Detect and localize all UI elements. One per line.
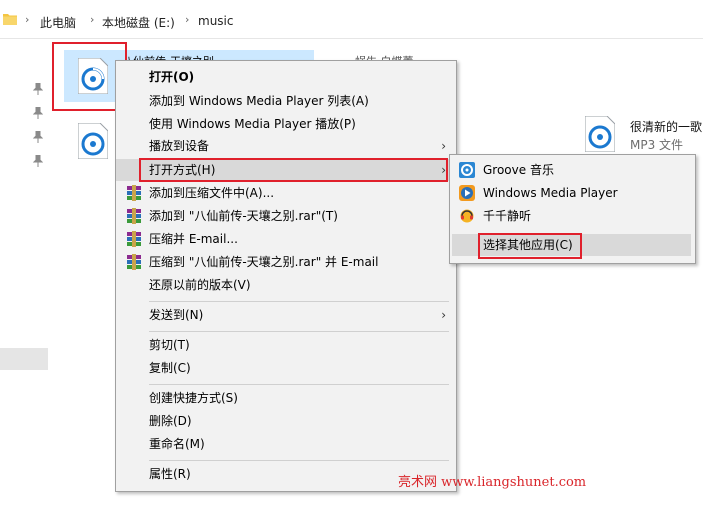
- menu-item-send-to[interactable]: 发送到(N) ›: [116, 304, 456, 326]
- menu-item-delete[interactable]: 删除(D): [116, 410, 456, 432]
- pin-icon: [33, 107, 43, 119]
- breadcrumb-this-pc[interactable]: 此电脑: [40, 14, 76, 31]
- winrar-icon: [127, 185, 141, 201]
- pin-icon: [33, 83, 43, 95]
- navigation-pane[interactable]: [0, 39, 48, 509]
- menu-separator: [149, 331, 449, 332]
- menu-item-add-to-wmp-list[interactable]: 添加到 Windows Media Player 列表(A): [116, 90, 456, 112]
- menu-item-add-to-rar[interactable]: 添加到 "八仙前传-天壤之别.rar"(T): [116, 205, 456, 227]
- menu-separator: [149, 384, 449, 385]
- submenu-item-wmp[interactable]: Windows Media Player: [450, 182, 695, 204]
- address-bar[interactable]: › 此电脑 › 本地磁盘 (E:) › music: [0, 0, 703, 39]
- ttplayer-icon: [460, 209, 474, 223]
- winrar-icon: [127, 254, 141, 270]
- chevron-right-icon: ›: [441, 139, 446, 153]
- submenu-item-ttplayer[interactable]: 千千静听: [450, 205, 695, 227]
- menu-item-cast-to-device[interactable]: 播放到设备 ›: [116, 135, 456, 157]
- pin-icon: [33, 155, 43, 167]
- mp3-file-name[interactable]: 很清新的一歌: [630, 118, 702, 135]
- breadcrumb-chevron-icon: ›: [185, 13, 190, 26]
- menu-item-add-to-archive[interactable]: 添加到压缩文件中(A)...: [116, 182, 456, 204]
- music-file-icon[interactable]: [585, 116, 615, 152]
- winrar-icon: [127, 231, 141, 247]
- chevron-right-icon: ›: [441, 308, 446, 322]
- submenu-item-groove[interactable]: Groove 音乐: [450, 159, 695, 181]
- breadcrumb-chevron-icon: ›: [25, 13, 30, 26]
- context-menu[interactable]: 打开(O) 添加到 Windows Media Player 列表(A) 使用 …: [115, 60, 457, 492]
- groove-music-icon: [459, 162, 475, 178]
- menu-item-open[interactable]: 打开(O): [116, 66, 456, 88]
- menu-item-cut[interactable]: 剪切(T): [116, 334, 456, 356]
- menu-item-compress-rar-email[interactable]: 压缩到 "八仙前传-天壤之别.rar" 并 E-mail: [116, 251, 456, 273]
- nav-selected-item[interactable]: [0, 348, 48, 370]
- menu-item-rename[interactable]: 重命名(M): [116, 433, 456, 455]
- menu-item-play-with-wmp[interactable]: 使用 Windows Media Player 播放(P): [116, 113, 456, 135]
- mp3-file-type: MP3 文件: [630, 138, 684, 152]
- menu-item-restore-versions[interactable]: 还原以前的版本(V): [116, 274, 456, 296]
- pin-icon: [33, 131, 43, 143]
- highlight-box-open-with: [139, 158, 448, 182]
- winrar-icon: [127, 208, 141, 224]
- breadcrumb-chevron-icon: ›: [90, 13, 95, 26]
- highlight-box-choose-other: [478, 233, 582, 259]
- folder-icon: [3, 14, 17, 25]
- menu-item-compress-email[interactable]: 压缩并 E-mail...: [116, 228, 456, 250]
- menu-item-create-shortcut[interactable]: 创建快捷方式(S): [116, 387, 456, 409]
- menu-separator: [149, 460, 449, 461]
- breadcrumb-music[interactable]: music: [198, 14, 233, 28]
- windows-media-player-icon: [459, 185, 475, 201]
- watermark-text: 亮术网 www.liangshunet.com: [398, 475, 587, 490]
- menu-item-copy[interactable]: 复制(C): [116, 357, 456, 379]
- music-file-icon[interactable]: [78, 123, 108, 159]
- menu-separator: [149, 301, 449, 302]
- open-with-submenu[interactable]: Groove 音乐 Windows Media Player 千千静听 选择其他…: [449, 154, 696, 264]
- breadcrumb-local-disk[interactable]: 本地磁盘 (E:): [102, 14, 175, 31]
